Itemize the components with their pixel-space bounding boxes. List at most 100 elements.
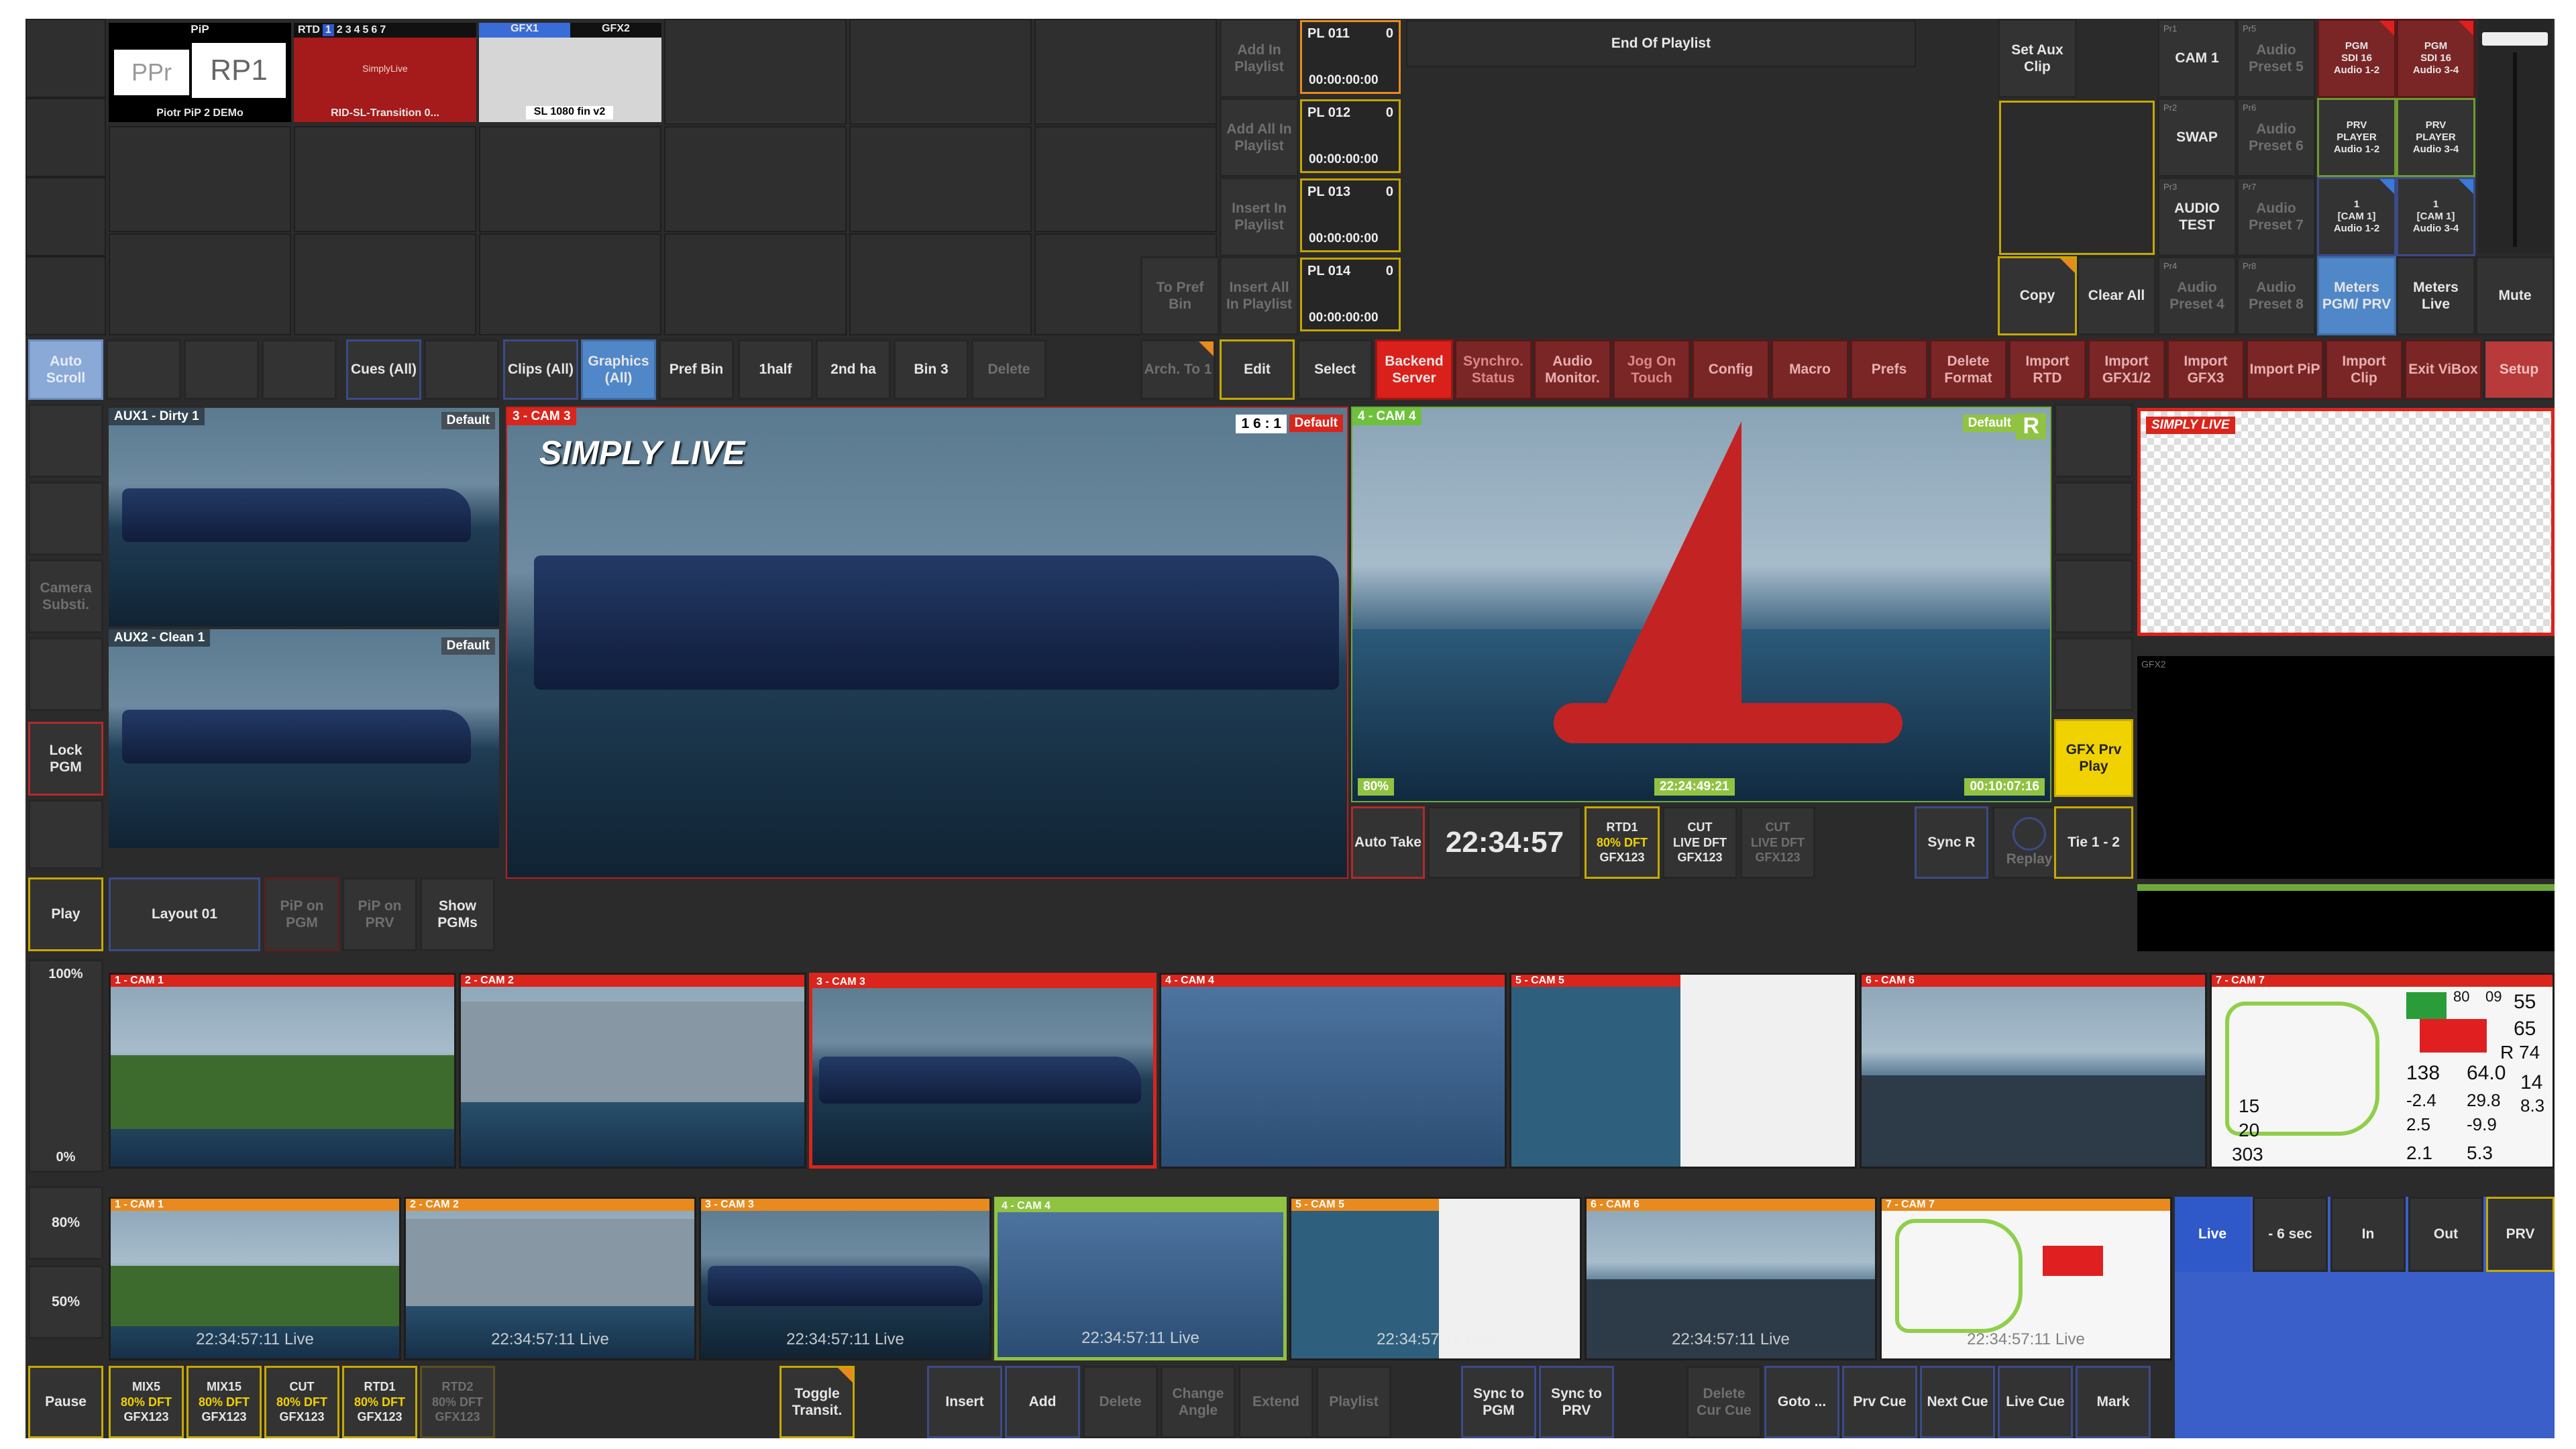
grid-cell-empty[interactable] bbox=[109, 233, 291, 335]
edit-button[interactable]: Edit bbox=[1220, 339, 1295, 400]
grid-cell-empty[interactable] bbox=[664, 19, 847, 125]
gfx-prv-play-button[interactable]: GFX Prv Play bbox=[2054, 719, 2133, 797]
backend-server-button[interactable]: Backend Server bbox=[1375, 339, 1453, 400]
cut-button[interactable]: CUT 80% DFT GFX123 bbox=[264, 1366, 339, 1438]
rtd-num-3[interactable]: 3 bbox=[345, 24, 352, 36]
setup-button[interactable]: Setup bbox=[2483, 339, 2555, 400]
mute-button[interactable]: Mute bbox=[2475, 256, 2555, 335]
change-angle-button[interactable]: Change Angle bbox=[1161, 1366, 1236, 1438]
prv-side-empty[interactable] bbox=[2054, 637, 2133, 711]
extend-button[interactable]: Extend bbox=[1238, 1366, 1313, 1438]
delete-format-button[interactable]: Delete Format bbox=[1929, 339, 2007, 400]
live-cue-button[interactable]: Live Cue bbox=[1998, 1366, 2073, 1438]
playlist-item[interactable]: PL 011 0 00:00:00:00 bbox=[1300, 20, 1401, 94]
bin-1half-button[interactable]: 1half bbox=[738, 339, 813, 400]
synchro-status-button[interactable]: Synchro. Status bbox=[1454, 339, 1532, 400]
rtd2-button[interactable]: RTD2 80% DFT GFX123 bbox=[420, 1366, 495, 1438]
grid-cell-empty[interactable] bbox=[294, 126, 476, 232]
meters-pgm-prv-button[interactable]: Meters PGM/ PRV bbox=[2317, 256, 2396, 335]
grid-cell-empty[interactable] bbox=[849, 233, 1032, 335]
left-empty[interactable] bbox=[28, 482, 103, 555]
cam-tile[interactable]: 5 - CAM 5 bbox=[1509, 973, 1857, 1169]
playlist-item[interactable]: PL 013 0 00:00:00:00 bbox=[1300, 178, 1401, 252]
playlist-item[interactable]: PL 014 0 00:00:00:00 bbox=[1300, 258, 1401, 331]
grid-cell-empty[interactable] bbox=[25, 98, 106, 177]
left-empty[interactable] bbox=[28, 404, 103, 478]
preset-audio-test-button[interactable]: Pr3 AUDIO TEST bbox=[2157, 177, 2237, 256]
audio-preset-5-button[interactable]: Pr5 Audio Preset 5 bbox=[2237, 19, 2316, 98]
grid-cell-empty[interactable] bbox=[664, 233, 847, 335]
cues-all-button[interactable]: Cues (All) bbox=[346, 339, 421, 400]
grid-cell-empty[interactable] bbox=[109, 126, 291, 232]
exit-vibox-button[interactable]: Exit ViBox bbox=[2404, 339, 2482, 400]
import-clip-button[interactable]: Import Clip bbox=[2325, 339, 2403, 400]
bin-3-button[interactable]: Bin 3 bbox=[894, 339, 969, 400]
gfx-thumbnail[interactable]: GFX1 GFX2 SL 1080 fin v2 bbox=[479, 23, 661, 122]
grid-cell-empty[interactable] bbox=[25, 256, 106, 335]
import-gfx12-button[interactable]: Import GFX1/2 bbox=[2088, 339, 2165, 400]
audio-fader[interactable] bbox=[2478, 19, 2552, 254]
minus-6-sec-button[interactable]: - 6 sec bbox=[2253, 1197, 2328, 1272]
audio-route-prv-12[interactable]: PRV PLAYER Audio 1-2 bbox=[2317, 98, 2396, 177]
select-button[interactable]: Select bbox=[1297, 339, 1373, 400]
prefs-button[interactable]: Prefs bbox=[1850, 339, 1928, 400]
cam-tile[interactable]: 3 - CAM 3 bbox=[809, 973, 1157, 1169]
prv-side-empty[interactable] bbox=[2054, 482, 2133, 555]
pgm-monitor[interactable]: 3 - CAM 3 SIMPLY LIVE 1 6 : 1 Default bbox=[506, 407, 1348, 879]
gfx-preview-monitor[interactable]: SIMPLY LIVE bbox=[2137, 408, 2555, 636]
rtd-num-7[interactable]: 7 bbox=[380, 24, 386, 36]
camera-substitution-button[interactable]: Camera Substi. bbox=[28, 559, 103, 633]
cut-live-button[interactable]: CUT LIVE DFT GFX123 bbox=[1662, 806, 1737, 879]
delete-cur-cue-button[interactable]: Delete Cur Cue bbox=[1686, 1366, 1762, 1438]
import-pip-button[interactable]: Import PiP bbox=[2246, 339, 2324, 400]
cam-live-tile[interactable]: 4 - CAM 4 22:34:57:11 Live bbox=[994, 1197, 1287, 1360]
speed-fader[interactable]: 100% 0% bbox=[28, 959, 103, 1173]
rtd-num-2[interactable]: 2 bbox=[337, 24, 343, 36]
toggle-transition-button[interactable]: Toggle Transit. bbox=[780, 1366, 855, 1438]
delete-button[interactable]: Delete bbox=[1083, 1366, 1158, 1438]
delete-bin-button[interactable]: Delete bbox=[971, 339, 1046, 400]
graphics-all-button[interactable]: Graphics (All) bbox=[581, 339, 656, 400]
left-empty[interactable] bbox=[28, 637, 103, 711]
left-empty[interactable] bbox=[28, 800, 103, 869]
show-pgms-button[interactable]: Show PGMs bbox=[420, 877, 495, 951]
rtd-num-1[interactable]: 1 bbox=[322, 24, 334, 36]
archive-to-button[interactable]: Arch. To 1 bbox=[1140, 339, 1216, 400]
rtd-num-5[interactable]: 5 bbox=[363, 24, 369, 36]
playlist-item[interactable]: PL 012 0 00:00:00:00 bbox=[1300, 99, 1401, 173]
audio-route-pgm-34[interactable]: PGM SDI 16 Audio 3-4 bbox=[2396, 19, 2475, 98]
goto-button[interactable]: Goto ... bbox=[1764, 1366, 1839, 1438]
mix5-button[interactable]: MIX5 80% DFT GFX123 bbox=[109, 1366, 184, 1438]
aux-clip-slot[interactable] bbox=[1999, 101, 2155, 255]
aux2-monitor[interactable]: AUX2 - Clean 1 Default bbox=[109, 629, 499, 848]
grid-cell-empty[interactable] bbox=[1034, 126, 1217, 232]
audio-route-cam1-34[interactable]: 1 [CAM 1] Audio 3-4 bbox=[2396, 177, 2475, 256]
audio-preset-8-button[interactable]: Pr8 Audio Preset 8 bbox=[2237, 256, 2316, 335]
import-gfx3-button[interactable]: Import GFX3 bbox=[2167, 339, 2245, 400]
prv-side-empty[interactable] bbox=[2054, 559, 2133, 633]
pip-thumbnail[interactable]: PiP PPr RP1 Piotr PiP 2 DEMo bbox=[109, 23, 291, 122]
gfx2-monitor[interactable]: GFX2 bbox=[2137, 651, 2555, 879]
cam-tile[interactable]: 1 - CAM 1 bbox=[109, 973, 456, 1169]
rtd1-transition-button[interactable]: RTD1 80% DFT GFX123 bbox=[1585, 806, 1660, 879]
prv-monitor[interactable]: 4 - CAM 4 Default R 80% 22:24:49:21 00:1… bbox=[1351, 407, 2051, 802]
sync-to-pgm-button[interactable]: Sync to PGM bbox=[1461, 1366, 1536, 1438]
grid-cell-empty[interactable] bbox=[664, 126, 847, 232]
rtd1-button[interactable]: RTD1 80% DFT GFX123 bbox=[342, 1366, 417, 1438]
preset-cam1-button[interactable]: Pr1 CAM 1 bbox=[2157, 19, 2237, 98]
cut-live-button-2[interactable]: CUT LIVE DFT GFX123 bbox=[1740, 806, 1815, 879]
add-all-in-playlist-button[interactable]: Add All In Playlist bbox=[1220, 98, 1299, 177]
clear-all-button[interactable]: Clear All bbox=[2077, 256, 2156, 335]
cam-tile[interactable]: 7 - CAM 7 80 09 55 65 R 74 138 64.0 14 -… bbox=[2210, 973, 2555, 1169]
config-button[interactable]: Config bbox=[1692, 339, 1770, 400]
bin-2nd-half-button[interactable]: 2nd ha bbox=[816, 339, 891, 400]
play-button[interactable]: Play bbox=[28, 877, 103, 951]
layout-button[interactable]: Layout 01 bbox=[109, 877, 260, 951]
macro-button[interactable]: Macro bbox=[1771, 339, 1849, 400]
mix15-button[interactable]: MIX15 80% DFT GFX123 bbox=[186, 1366, 262, 1438]
cam-live-tile[interactable]: 3 - CAM 3 22:34:57:11 Live bbox=[699, 1197, 991, 1360]
auto-scroll-button[interactable]: Auto Scroll bbox=[28, 339, 103, 400]
next-cue-button[interactable]: Next Cue bbox=[1920, 1366, 1995, 1438]
rtd-thumbnail[interactable]: RTD 1 2 3 4 5 6 7 SimplyLive RID-SL-Tran… bbox=[294, 23, 476, 122]
insert-in-playlist-button[interactable]: Insert In Playlist bbox=[1220, 177, 1299, 256]
